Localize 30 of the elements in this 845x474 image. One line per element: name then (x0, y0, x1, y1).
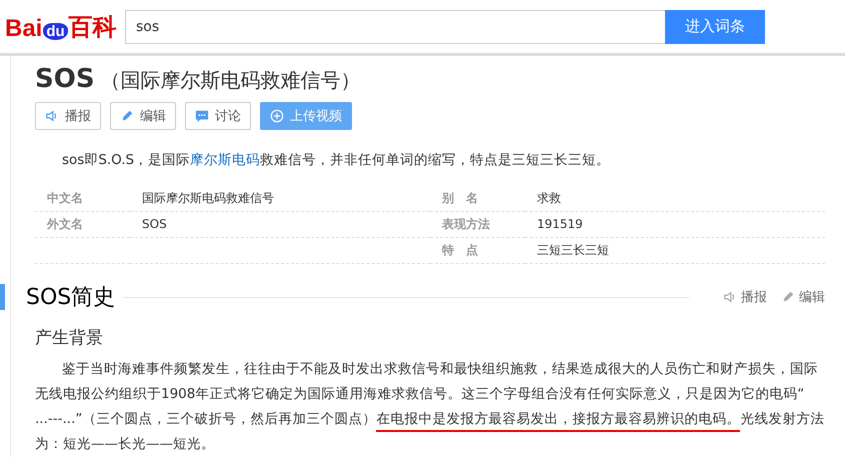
info-value: 国际摩尔斯电码救难信号 (130, 186, 430, 212)
speaker-icon (45, 109, 59, 123)
info-name: 特 点 (430, 238, 525, 264)
entry-title: SOS (35, 64, 95, 94)
info-value: 191519 (525, 212, 825, 238)
info-name: 中文名 (35, 186, 130, 212)
chat-icon (195, 109, 209, 123)
summary-link[interactable]: 摩尔斯电码 (190, 152, 260, 168)
info-name: 别 名 (430, 186, 525, 212)
pencil-icon (120, 109, 134, 123)
section-action-link[interactable]: 编辑 (781, 288, 825, 306)
action-button[interactable]: 编辑 (110, 102, 176, 130)
info-value: 三短三长三短 (525, 238, 825, 264)
search-field[interactable]: sos (125, 10, 665, 44)
subsection-title: 产生背景 (35, 327, 104, 349)
pencil-icon (781, 290, 795, 304)
entry-subtitle: （国际摩尔斯电码救难信号） (100, 67, 361, 94)
speaker-icon (723, 290, 737, 304)
section-action-link[interactable]: 播报 (723, 288, 767, 306)
section-title: SOS简史 (26, 284, 116, 312)
body-paragraph: 鉴于当时海难事件频繁发生，往往由于不能及时发出求救信号和最快组织施救，结果造成很大的人员伤亡和财产损失，国际无线电报公约组织于1908年正式将它确定为国际通用海难求救信号。这三个字母组合没有任何实际意义，只是因为它的电码“ ...---...”（三个圆点，三个破折号，然后再加三个圆点）在电报中是发报方最容易发出，接报方最容易辨识的电码。光线发射方法为：短光——长光——短光。 (35, 360, 825, 454)
action-button[interactable]: 播报 (35, 102, 101, 130)
action-button[interactable]: 讨论 (185, 102, 251, 130)
info-value: SOS (130, 212, 430, 238)
info-value: 求救 (525, 186, 825, 212)
info-name: 外文名 (35, 212, 130, 238)
plus-circle-icon (270, 109, 284, 123)
summary-text: sos即S.O.S，是国际摩尔斯电码救难信号，并非任何单词的缩写，特点是三短三长三短。 (61, 151, 612, 170)
logo[interactable]: Bai du 百科 (5, 10, 115, 42)
info-name: 表现方法 (430, 212, 525, 238)
